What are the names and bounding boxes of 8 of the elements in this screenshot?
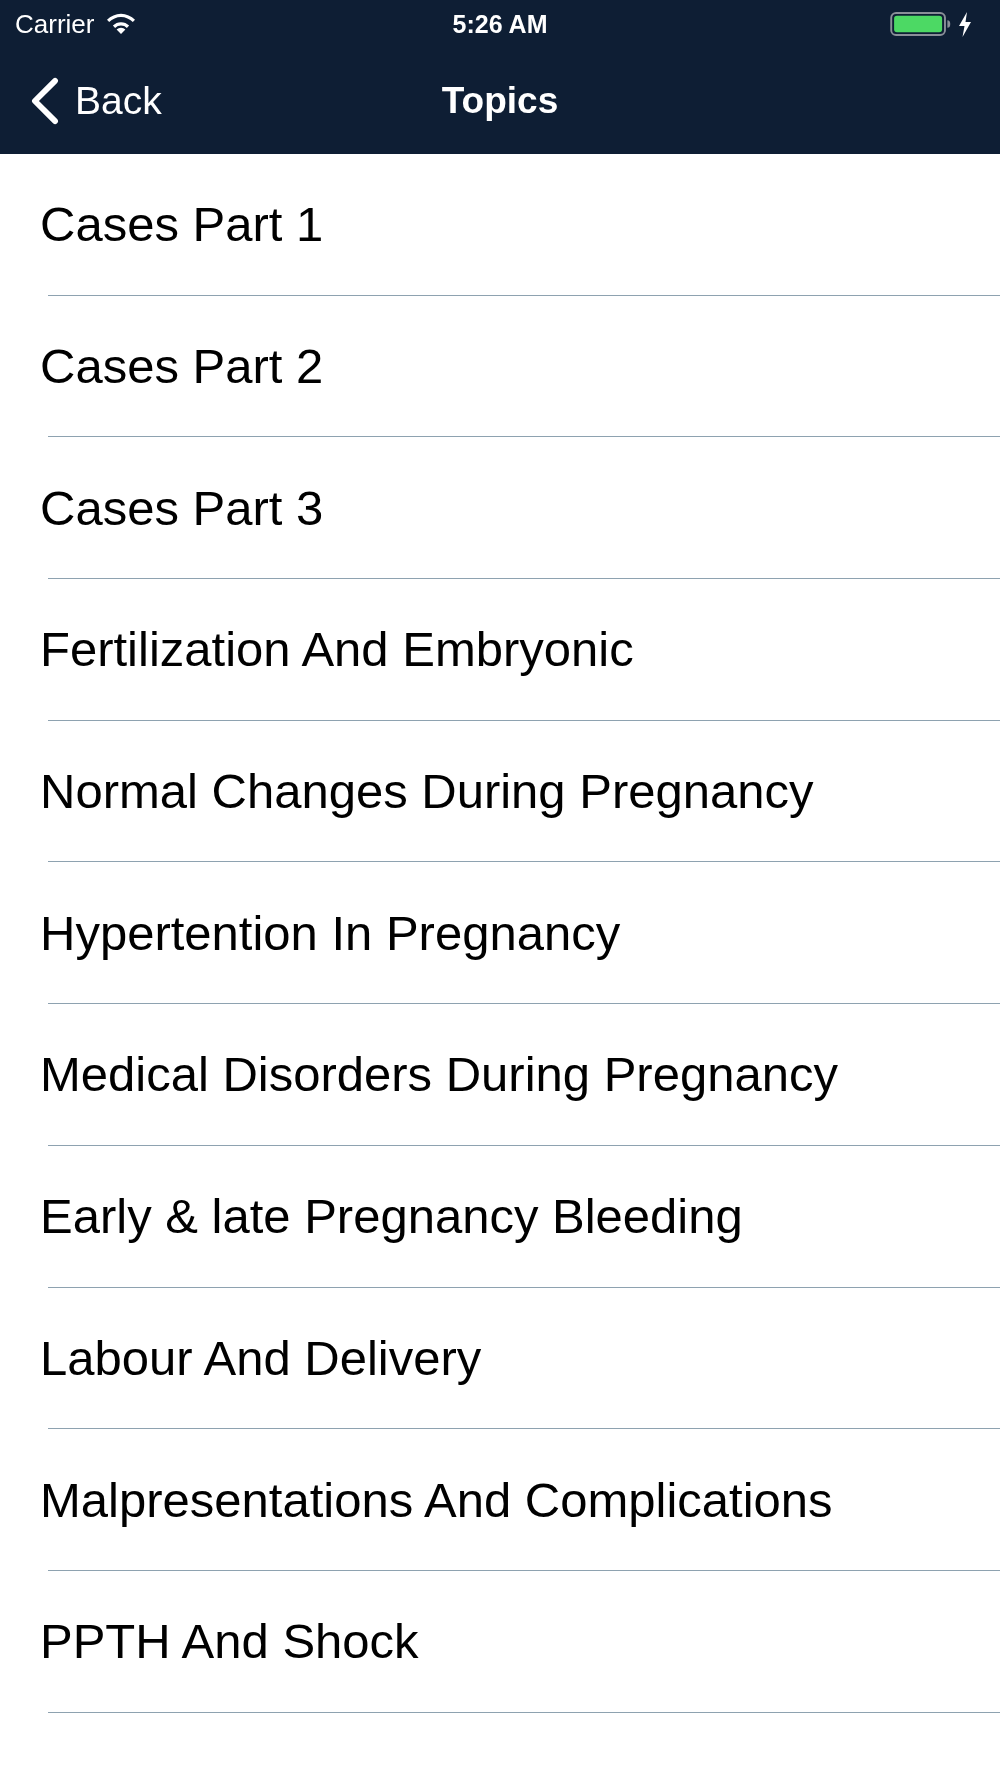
chevron-left-icon: [29, 77, 60, 125]
carrier-label: Carrier: [15, 9, 95, 39]
back-button[interactable]: Back: [0, 77, 162, 125]
charging-bolt-icon: [958, 11, 972, 37]
clock-label: 5:26 AM: [452, 9, 548, 39]
battery-icon: [890, 12, 951, 36]
wifi-icon: [106, 13, 137, 35]
screen-title: Topics: [441, 79, 559, 123]
